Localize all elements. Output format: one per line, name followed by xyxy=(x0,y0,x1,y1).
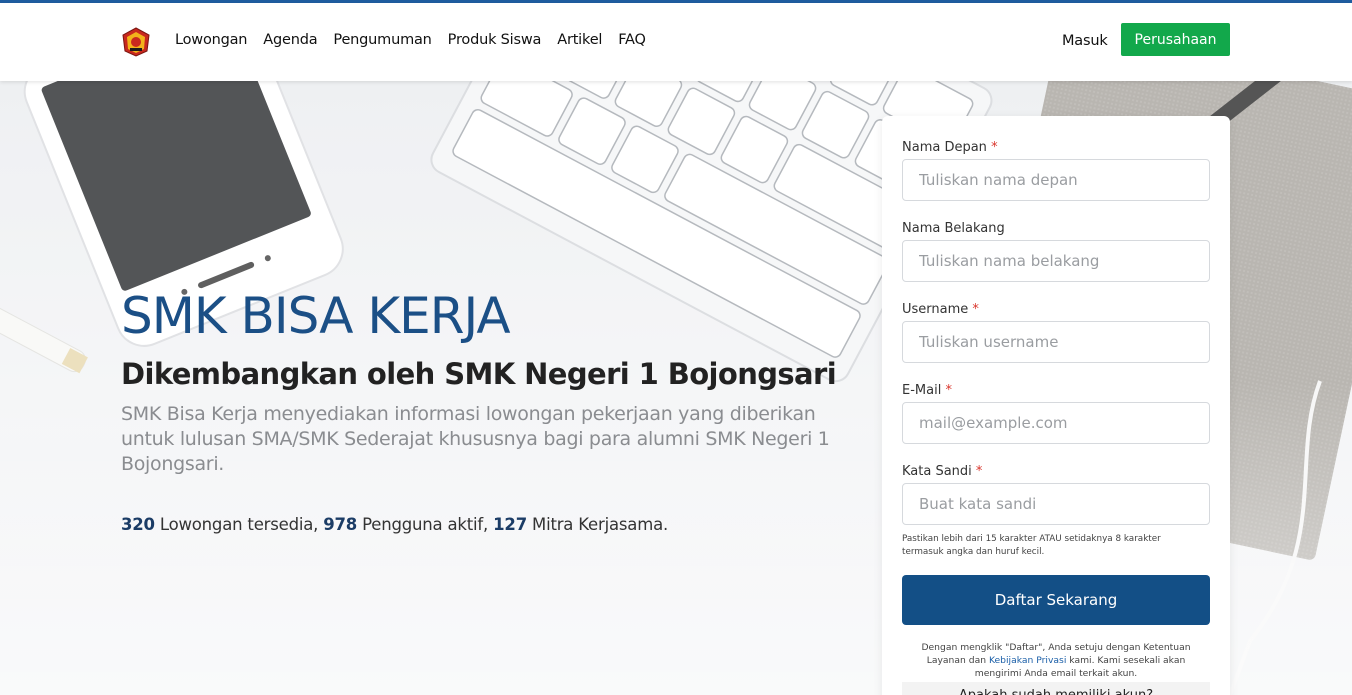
jobs-count: 320 xyxy=(121,515,155,534)
users-count: 978 xyxy=(323,515,358,534)
password-label-text: Kata Sandi xyxy=(902,464,972,479)
nav-artikel[interactable]: Artikel xyxy=(557,32,602,48)
login-link[interactable]: Masuk xyxy=(1062,33,1108,49)
required-mark: * xyxy=(991,140,998,155)
first-name-input[interactable] xyxy=(902,159,1210,201)
required-mark: * xyxy=(945,383,952,398)
hero-subtitle: Dikembangkan oleh SMK Negeri 1 Bojongsar… xyxy=(121,357,837,391)
required-mark: * xyxy=(975,464,983,479)
main-nav: Lowongan Agenda Pengumuman Produk Siswa … xyxy=(175,32,662,48)
terms-text: Dengan mengklik "Daftar", Anda setuju de… xyxy=(902,641,1210,680)
partners-label: Mitra Kerjasama. xyxy=(526,515,669,534)
username-label: Username * xyxy=(902,302,979,317)
nav-pengumuman[interactable]: Pengumuman xyxy=(333,32,431,48)
register-form: Nama Depan * Nama Belakang Username * E-… xyxy=(882,116,1230,695)
nav-agenda[interactable]: Agenda xyxy=(263,32,317,48)
hero-title: SMK BISA KERJA xyxy=(121,287,511,345)
login-prompt: Apakah sudah memiliki akun? xyxy=(902,682,1210,695)
users-label: Pengguna aktif, xyxy=(357,515,494,534)
password-input[interactable] xyxy=(902,483,1210,525)
jobs-label: Lowongan tersedia, xyxy=(154,515,324,534)
hero-stats: 320 Lowongan tersedia, 978 Pengguna akti… xyxy=(121,515,668,534)
email-input[interactable] xyxy=(902,402,1210,444)
email-label-text: E-Mail xyxy=(902,383,942,398)
hero-description: SMK Bisa Kerja menyediakan informasi low… xyxy=(121,403,830,475)
partners-count: 127 xyxy=(493,515,527,534)
first-name-label: Nama Depan * xyxy=(902,140,998,155)
last-name-label-text: Nama Belakang xyxy=(902,221,1005,236)
last-name-label: Nama Belakang xyxy=(902,221,1005,236)
email-label: E-Mail * xyxy=(902,383,952,398)
nav-produk-siswa[interactable]: Produk Siswa xyxy=(448,32,542,48)
navbar: Lowongan Agenda Pengumuman Produk Siswa … xyxy=(0,3,1352,81)
last-name-input[interactable] xyxy=(902,240,1210,282)
required-mark: * xyxy=(972,302,979,317)
first-name-label-text: Nama Depan xyxy=(902,140,987,155)
password-hint: Pastikan lebih dari 15 karakter ATAU set… xyxy=(902,534,1161,557)
username-label-text: Username xyxy=(902,302,969,317)
company-button[interactable]: Perusahaan xyxy=(1121,23,1230,56)
nav-faq[interactable]: FAQ xyxy=(618,32,646,48)
privacy-policy-link[interactable]: Kebijakan Privasi xyxy=(989,655,1066,666)
username-input[interactable] xyxy=(902,321,1210,363)
nav-lowongan[interactable]: Lowongan xyxy=(175,32,247,48)
register-submit-button[interactable]: Daftar Sekarang xyxy=(902,575,1210,625)
school-logo-icon[interactable] xyxy=(121,27,151,57)
password-label: Kata Sandi * xyxy=(902,464,982,479)
